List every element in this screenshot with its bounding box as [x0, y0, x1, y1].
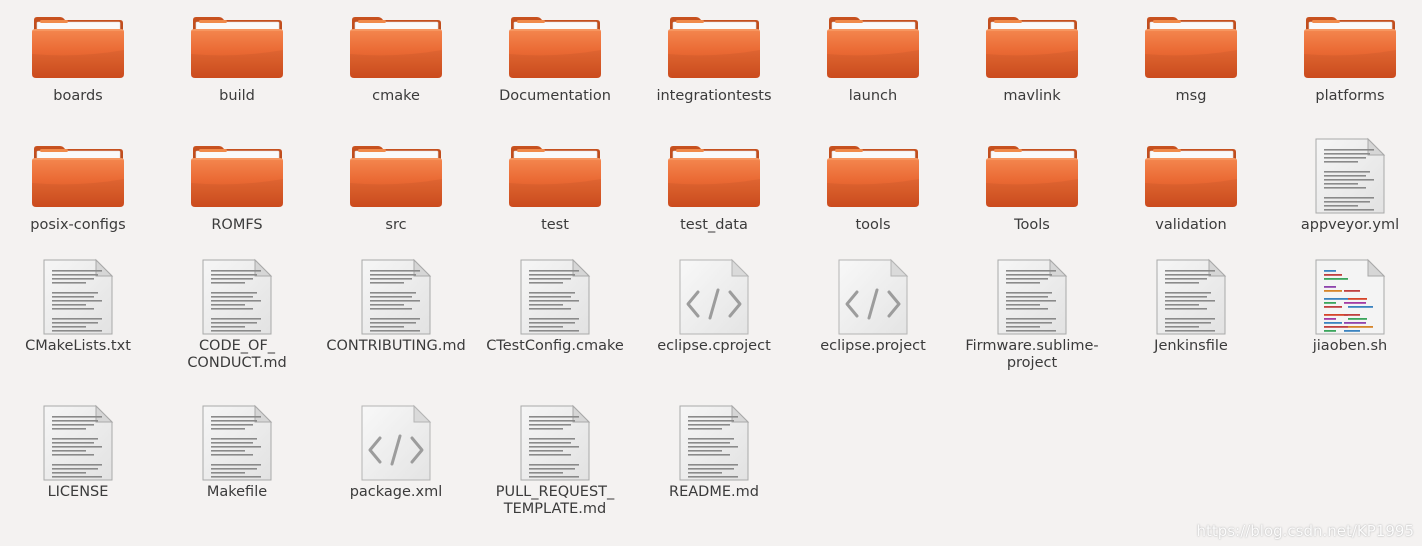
file-item[interactable]: cmake: [317, 8, 475, 105]
file-item[interactable]: msg: [1112, 8, 1270, 105]
folder-icon: [346, 8, 446, 86]
file-item[interactable]: PULL_REQUEST_ TEMPLATE.md: [476, 404, 634, 518]
script-file-icon: [1300, 258, 1400, 336]
file-name-label: platforms: [1315, 88, 1385, 104]
folder-icon: [28, 8, 128, 86]
file-name-label: validation: [1155, 217, 1227, 233]
folder-icon: [982, 137, 1082, 215]
folder-icon: [823, 137, 923, 215]
file-grid: boards build cmake Documentation integra…: [0, 0, 1422, 546]
folder-icon: [982, 8, 1082, 86]
file-name-label: posix-configs: [30, 217, 126, 233]
folder-icon: [1141, 8, 1241, 86]
file-name-label: msg: [1175, 88, 1207, 104]
folder-icon: [187, 137, 287, 215]
file-name-label: CONTRIBUTING.md: [326, 338, 466, 354]
file-name-label: tools: [855, 217, 891, 233]
file-item[interactable]: eclipse.cproject: [635, 258, 793, 355]
file-name-label: jiaoben.sh: [1312, 338, 1388, 354]
folder-icon: [664, 137, 764, 215]
file-item[interactable]: LICENSE: [0, 404, 157, 501]
text-file-icon: [664, 404, 764, 482]
file-name-label: CODE_OF_ CONDUCT.md: [187, 338, 287, 371]
file-item[interactable]: CTestConfig.cmake: [476, 258, 634, 355]
folder-icon: [1141, 137, 1241, 215]
file-item[interactable]: platforms: [1271, 8, 1422, 105]
text-file-icon: [982, 258, 1082, 336]
file-item[interactable]: integrationtests: [635, 8, 793, 105]
file-item[interactable]: eclipse.project: [794, 258, 952, 355]
folder-icon: [664, 8, 764, 86]
file-item[interactable]: ROMFS: [158, 137, 316, 234]
text-file-icon: [505, 404, 605, 482]
file-item[interactable]: validation: [1112, 137, 1270, 234]
folder-icon: [505, 137, 605, 215]
file-name-label: PULL_REQUEST_ TEMPLATE.md: [495, 484, 615, 517]
folder-icon: [505, 8, 605, 86]
file-name-label: eclipse.cproject: [657, 338, 771, 354]
folder-icon: [823, 8, 923, 86]
file-item[interactable]: boards: [0, 8, 157, 105]
text-file-icon: [1141, 258, 1241, 336]
file-item[interactable]: appveyor.yml: [1271, 137, 1422, 234]
file-name-label: appveyor.yml: [1300, 217, 1400, 233]
text-file-icon: [1300, 137, 1400, 215]
file-name-label: package.xml: [349, 484, 443, 500]
file-item[interactable]: mavlink: [953, 8, 1111, 105]
folder-icon: [28, 137, 128, 215]
file-item[interactable]: Tools: [953, 137, 1111, 234]
file-item[interactable]: test: [476, 137, 634, 234]
file-name-label: launch: [848, 88, 898, 104]
file-name-label: Documentation: [499, 88, 611, 104]
text-file-icon: [28, 258, 128, 336]
file-item[interactable]: CMakeLists.txt: [0, 258, 157, 355]
text-file-icon: [187, 258, 287, 336]
file-name-label: README.md: [669, 484, 759, 500]
file-name-label: ROMFS: [211, 217, 263, 233]
file-item[interactable]: Jenkinsfile: [1112, 258, 1270, 355]
file-item[interactable]: CONTRIBUTING.md: [317, 258, 475, 355]
file-name-label: mavlink: [1003, 88, 1061, 104]
file-name-label: cmake: [372, 88, 420, 104]
file-name-label: boards: [53, 88, 103, 104]
file-item[interactable]: CODE_OF_ CONDUCT.md: [158, 258, 316, 372]
file-item[interactable]: src: [317, 137, 475, 234]
file-item[interactable]: package.xml: [317, 404, 475, 501]
markup-file-icon: [346, 404, 446, 482]
file-item[interactable]: launch: [794, 8, 952, 105]
markup-file-icon: [664, 258, 764, 336]
file-name-label: integrationtests: [656, 88, 772, 104]
file-name-label: Firmware.sublime- project: [965, 338, 1099, 371]
file-item[interactable]: Documentation: [476, 8, 634, 105]
file-item[interactable]: Firmware.sublime- project: [953, 258, 1111, 372]
file-item[interactable]: jiaoben.sh: [1271, 258, 1422, 355]
file-name-label: eclipse.project: [820, 338, 926, 354]
file-name-label: CMakeLists.txt: [25, 338, 131, 354]
file-name-label: test_data: [680, 217, 748, 233]
file-name-label: src: [385, 217, 407, 233]
file-item[interactable]: test_data: [635, 137, 793, 234]
text-file-icon: [187, 404, 287, 482]
file-name-label: Tools: [1014, 217, 1050, 233]
file-item[interactable]: README.md: [635, 404, 793, 501]
file-name-label: Makefile: [206, 484, 268, 500]
folder-icon: [346, 137, 446, 215]
file-item[interactable]: posix-configs: [0, 137, 157, 234]
file-item[interactable]: build: [158, 8, 316, 105]
folder-icon: [1300, 8, 1400, 86]
file-item[interactable]: Makefile: [158, 404, 316, 501]
file-item[interactable]: tools: [794, 137, 952, 234]
text-file-icon: [346, 258, 446, 336]
file-name-label: CTestConfig.cmake: [486, 338, 624, 354]
file-name-label: build: [219, 88, 255, 104]
markup-file-icon: [823, 258, 923, 336]
text-file-icon: [28, 404, 128, 482]
watermark: https://blog.csdn.net/KP1995: [1196, 522, 1414, 540]
file-name-label: LICENSE: [47, 484, 109, 500]
file-name-label: Jenkinsfile: [1154, 338, 1228, 354]
folder-icon: [187, 8, 287, 86]
file-name-label: test: [541, 217, 569, 233]
text-file-icon: [505, 258, 605, 336]
